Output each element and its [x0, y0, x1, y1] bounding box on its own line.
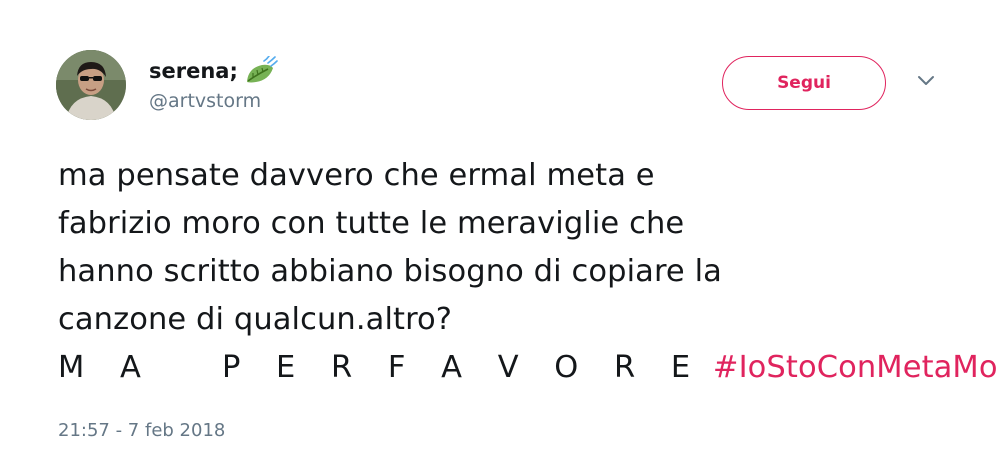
display-name-text: serena;: [149, 59, 238, 83]
display-name[interactable]: serena;: [149, 56, 278, 86]
tweet-text-line: fabrizio moro con tutte le meraviglie ch…: [58, 206, 685, 241]
tweet-text-line: hanno scritto abbiano bisogno di copiare…: [58, 254, 722, 289]
tweet-card: serena; @artvstorm Segui ma pensate davv…: [0, 0, 1000, 464]
avatar-image: [56, 50, 126, 120]
tweet-text-line: M A P E R F A V O R E #IoStoConMetaMoro: [58, 344, 1000, 392]
user-handle[interactable]: @artvstorm: [149, 90, 261, 112]
chevron-down-icon[interactable]: [916, 74, 936, 88]
tweet-timestamp[interactable]: 21:57 - 7 feb 2018: [58, 420, 225, 441]
avatar[interactable]: [56, 50, 126, 120]
tweet-text-line: canzone di qualcun.altro?: [58, 302, 453, 337]
shout-text: M A P E R F A V O R E: [58, 350, 704, 385]
follow-button[interactable]: Segui: [722, 56, 886, 110]
tweet-text-line: ma pensate davvero che ermal meta e: [58, 158, 655, 193]
hashtag-link[interactable]: #IoStoConMetaMoro: [713, 350, 1000, 385]
leaf-fluttering-in-wind-icon: [246, 56, 278, 83]
tweet-text: ma pensate davvero che ermal meta e fabr…: [58, 152, 1000, 392]
